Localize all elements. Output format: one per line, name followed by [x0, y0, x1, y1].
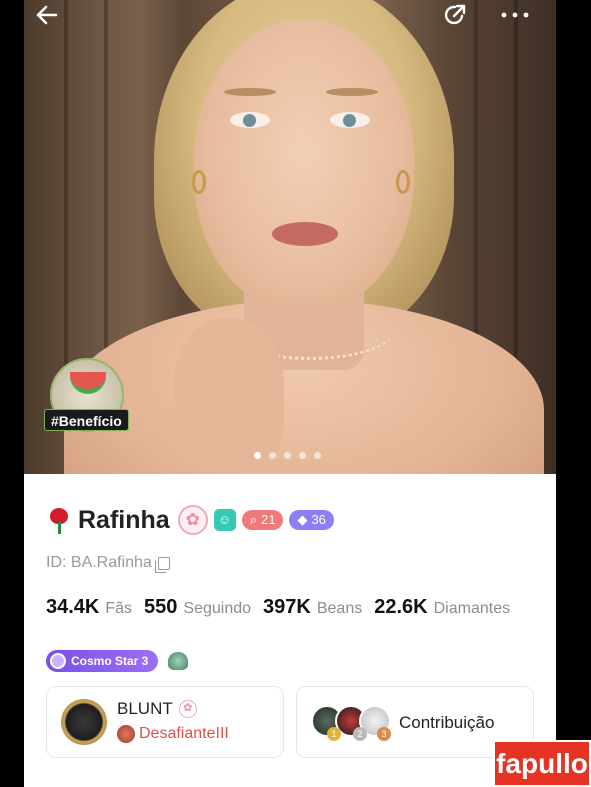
contribution-label: Contribuição — [399, 713, 495, 732]
fans-count[interactable]: 34.4K — [46, 596, 99, 619]
profile-screen: #Benefício Rafinha ✿ ☺ ⌕ 21 ◆ 36 ID: BA.… — [24, 0, 556, 787]
medal-icon: 2 — [353, 727, 367, 741]
user-id-row: ID: BA.Rafinha — [46, 554, 170, 573]
photo-hand — [174, 318, 284, 468]
level-red-value: 21 — [260, 512, 276, 527]
profile-photo[interactable]: #Benefício — [24, 0, 556, 474]
name-row: Rafinha ✿ ☺ ⌕ 21 ◆ 36 — [46, 504, 334, 536]
helmet-icon[interactable] — [168, 652, 189, 670]
diamond-icon: ◆ — [297, 512, 308, 527]
medal-icon: 1 — [327, 727, 341, 741]
family-rank: DesafianteIII — [139, 725, 229, 742]
search-icon: ⌕ — [249, 512, 257, 527]
carousel-dot[interactable] — [314, 452, 321, 459]
photo-eye — [330, 112, 370, 128]
cosmo-badge-label: Cosmo Star 3 — [71, 654, 149, 668]
rank-icon — [117, 725, 135, 743]
profile-name: Rafinha — [78, 505, 170, 534]
diamonds-label: Diamantes — [433, 600, 511, 617]
carousel-dot[interactable] — [254, 452, 261, 459]
copy-icon[interactable] — [154, 556, 170, 573]
flower-icon: ✿ — [178, 700, 197, 718]
photo-eye — [230, 112, 270, 128]
photo-earring — [396, 170, 410, 194]
carousel-dot[interactable] — [299, 452, 306, 459]
flower-badge-icon[interactable]: ✿ — [177, 505, 208, 535]
photo-face — [194, 20, 414, 310]
family-emblem-icon — [61, 699, 107, 745]
family-name-row: BLUNT ✿ — [117, 699, 197, 719]
level-purple-value: 36 — [311, 512, 326, 527]
beans-label: Beans — [316, 600, 363, 617]
verified-user-icon[interactable]: ☺ — [213, 509, 236, 531]
medal-icon: 3 — [377, 727, 391, 741]
benefit-label: #Benefício — [44, 409, 129, 431]
share-icon — [444, 4, 466, 25]
photo-brow — [326, 88, 378, 96]
level-badge-red[interactable]: ⌕ 21 — [241, 510, 284, 530]
more-button[interactable] — [498, 2, 534, 30]
cosmo-star-badge[interactable]: Cosmo Star 3 — [46, 650, 159, 672]
photo-earring — [192, 170, 206, 194]
more-dots-icon — [501, 12, 529, 18]
achievement-row: Cosmo Star 3 — [46, 650, 189, 672]
benefit-badge[interactable]: #Benefício — [44, 358, 134, 436]
carousel-dot[interactable] — [284, 452, 291, 459]
diamonds-count: 22.6K — [374, 596, 428, 618]
photo-lips — [272, 222, 338, 246]
stats-row: 34.4K Fãs 550 Seguindo 397K Beans 22.6K … — [46, 596, 516, 619]
user-id: ID: BA.Rafinha — [46, 554, 152, 571]
share-button[interactable] — [442, 2, 470, 30]
following-count[interactable]: 550 — [144, 596, 177, 619]
family-rank-row: DesafianteIII — [117, 725, 229, 743]
carousel-dot[interactable] — [269, 452, 276, 459]
rose-icon — [46, 506, 72, 534]
contributor-avatars: 1 2 3 — [311, 705, 391, 741]
carousel-indicator — [254, 452, 321, 459]
back-button[interactable] — [34, 2, 64, 30]
profile-card: Rafinha ✿ ☺ ⌕ 21 ◆ 36 ID: BA.Rafinha 34.… — [24, 474, 556, 787]
following-label[interactable]: Seguindo — [183, 600, 251, 618]
photo-brow — [224, 88, 276, 96]
beans-count: 397K — [263, 596, 311, 618]
level-badge-purple[interactable]: ◆ 36 — [289, 510, 334, 530]
arrow-left-icon — [36, 5, 58, 25]
watermark: fapullo — [493, 740, 591, 787]
family-card[interactable]: BLUNT ✿ DesafianteIII — [46, 686, 284, 758]
cosmo-gem-icon — [50, 653, 66, 669]
family-name: BLUNT — [117, 699, 173, 718]
fans-label[interactable]: Fãs — [105, 600, 132, 618]
